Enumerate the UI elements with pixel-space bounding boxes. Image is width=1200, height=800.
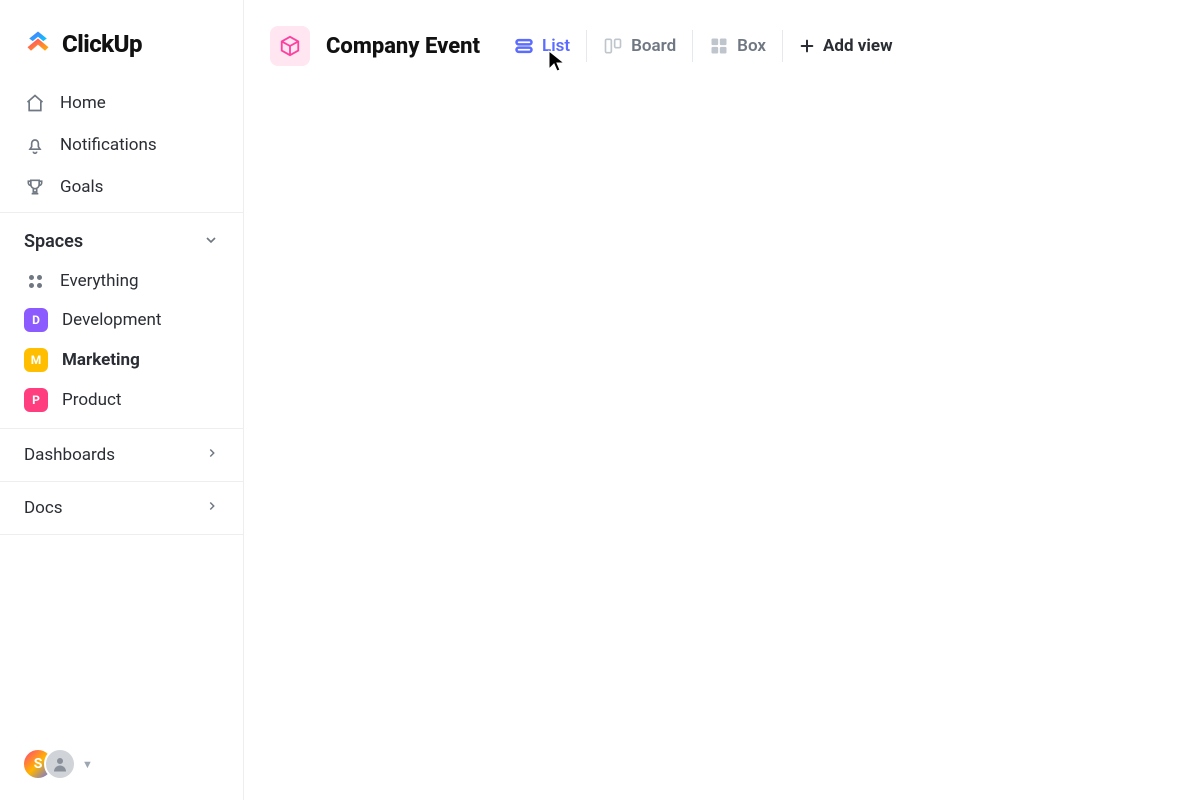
sidebar-item-home[interactable]: Home [10, 82, 233, 124]
space-letter-badge: M [24, 348, 48, 372]
nav-label: Goals [60, 177, 103, 197]
topbar: Company Event List [244, 0, 1200, 84]
sidebar-space-product[interactable]: P Product [10, 380, 233, 420]
sidebar-item-docs[interactable]: Docs [0, 481, 243, 535]
space-label: Product [62, 390, 121, 410]
spaces-header[interactable]: Spaces [10, 231, 233, 262]
add-view-label: Add view [823, 36, 893, 56]
trophy-icon [24, 176, 46, 198]
tab-label: Box [737, 36, 766, 56]
sidebar-item-goals[interactable]: Goals [10, 166, 233, 208]
list-icon [514, 36, 534, 56]
nav-label: Notifications [60, 135, 157, 155]
chevron-right-icon [205, 498, 219, 518]
box-icon [709, 36, 729, 56]
view-tabs: List Board [498, 30, 909, 62]
dashboards-label: Dashboards [24, 445, 115, 465]
sidebar-footer: S ▼ [0, 728, 243, 800]
bell-icon [24, 134, 46, 156]
everything-label: Everything [60, 271, 139, 291]
sidebar-space-development[interactable]: D Development [10, 300, 233, 340]
avatar [44, 748, 76, 780]
add-view-button[interactable]: Add view [782, 30, 909, 62]
tab-label: List [542, 36, 570, 56]
brand-name: ClickUp [62, 30, 142, 58]
sidebar-item-everything[interactable]: Everything [10, 262, 233, 300]
space-label: Marketing [62, 350, 140, 370]
grid-dots-icon [24, 270, 46, 292]
page-cube-icon[interactable] [270, 26, 310, 66]
space-letter-badge: D [24, 308, 48, 332]
caret-down-icon[interactable]: ▼ [82, 758, 93, 771]
spaces-title: Spaces [24, 231, 83, 252]
tab-board[interactable]: Board [586, 30, 692, 62]
tab-list[interactable]: List [498, 30, 586, 62]
tab-box[interactable]: Box [692, 30, 782, 62]
plus-icon [799, 38, 815, 54]
presence-avatars[interactable]: S [22, 748, 76, 780]
tab-label: Board [631, 36, 676, 56]
chevron-right-icon [205, 445, 219, 465]
sidebar-item-notifications[interactable]: Notifications [10, 124, 233, 166]
board-icon [603, 36, 623, 56]
clickup-logo-icon [24, 28, 52, 60]
sidebar-space-marketing[interactable]: M Marketing [10, 340, 233, 380]
brand-logo[interactable]: ClickUp [0, 0, 243, 78]
main: Company Event List [244, 0, 1200, 800]
nav-label: Home [60, 93, 106, 113]
sidebar-item-dashboards[interactable]: Dashboards [0, 428, 243, 481]
space-letter-badge: P [24, 388, 48, 412]
page-title: Company Event [326, 34, 480, 59]
home-icon [24, 92, 46, 114]
sidebar-nav: Home Notifications Goals [0, 78, 243, 212]
chevron-down-icon [203, 232, 219, 252]
sidebar: ClickUp Home Notifications [0, 0, 244, 800]
space-label: Development [62, 310, 161, 330]
spaces-section: Spaces Everything D Development M Market… [0, 212, 243, 428]
docs-label: Docs [24, 498, 63, 518]
